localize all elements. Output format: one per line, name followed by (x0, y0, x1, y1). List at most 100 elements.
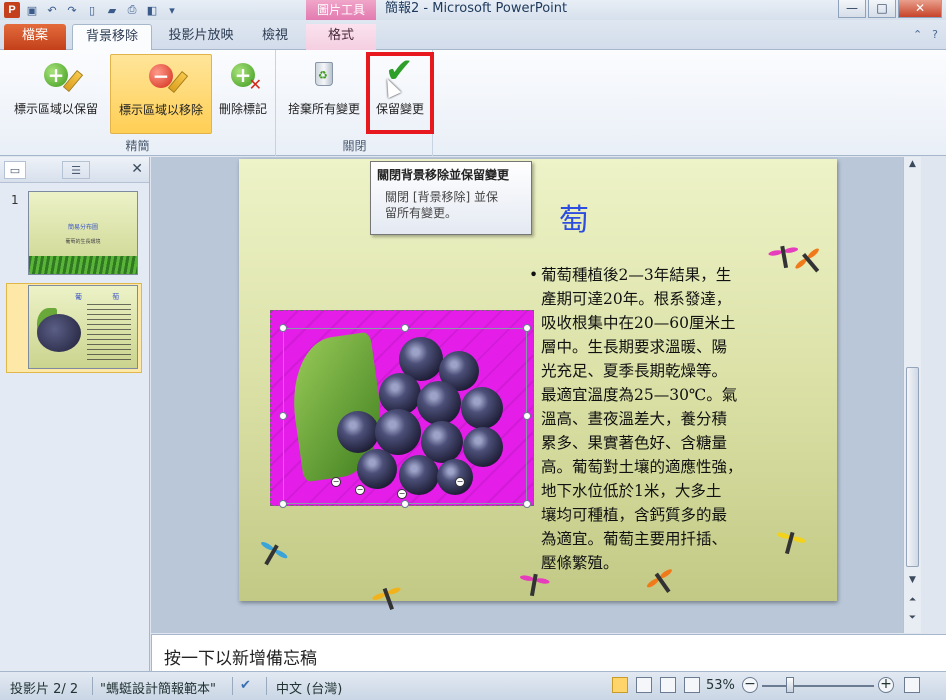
thumbnail-subtitle: 葡萄的生長環境 (65, 239, 101, 245)
slide-thumbnail-1[interactable]: 簡易分布圖 葡萄的生長環境 (28, 191, 138, 275)
open-folder-icon[interactable]: ▰ (104, 2, 120, 18)
ribbon-minimize-icon[interactable]: ⌃ (913, 28, 922, 41)
reading-view-icon[interactable] (660, 677, 676, 693)
scroll-up-icon[interactable]: ▲ (906, 159, 919, 173)
tab-view[interactable]: 檢視 (250, 24, 300, 50)
remove-mark-icon[interactable]: − (397, 489, 407, 499)
body-line: 最適宜溫度為25—30℃。氣 (541, 386, 738, 404)
fit-to-window-icon[interactable] (904, 677, 920, 693)
mark-keep-icon: + (41, 60, 84, 92)
body-line: 光充足、夏季長期乾燥等。 (541, 362, 728, 380)
window-title: 簡報2 - Microsoft PowerPoint (385, 1, 568, 16)
mark-remove-button[interactable]: − 標示區域以移除 (110, 54, 212, 134)
zoom-in-icon[interactable]: + (878, 677, 894, 693)
slides-tab-icon[interactable]: ▭ (4, 161, 26, 179)
tooltip-title: 關閉背景移除並保留變更 (377, 168, 510, 182)
dragonfly-icon (517, 569, 551, 600)
save-icon[interactable]: ▣ (24, 2, 40, 18)
resize-handle[interactable] (279, 324, 287, 332)
slideshow-view-icon[interactable] (684, 677, 700, 693)
zoom-out-icon[interactable]: − (742, 677, 758, 693)
resize-handle[interactable] (279, 412, 287, 420)
zoom-level[interactable]: 53% (706, 678, 735, 693)
resize-handle[interactable] (523, 324, 531, 332)
remove-mark-icon[interactable]: − (455, 477, 465, 487)
delete-mark-button[interactable]: + ✕ 刪除標記 (214, 54, 272, 134)
next-slide-icon[interactable]: ⏷ (906, 613, 919, 627)
window-controls: — □ ✕ (838, 0, 942, 18)
slide-workspace: 萄 • 葡萄種植後2—3年結果，生 產期可達20年。根系發達， 吸收根集中在20… (151, 157, 921, 633)
tooltip-body-line: 關閉 [背景移除] 並保 (385, 190, 498, 204)
recycle-bin-icon: ♻ (309, 60, 339, 90)
group-close-label: 關閉 (342, 139, 367, 153)
scroll-down-icon[interactable]: ▼ (906, 575, 919, 589)
resize-handle[interactable] (523, 412, 531, 420)
thumbnail-text-lines (87, 304, 131, 362)
mark-keep-label: 標示區域以保留 (13, 102, 98, 116)
body-line: 地下水位低於1米，大多土 (541, 482, 722, 500)
discard-changes-label: 捨棄所有變更 (287, 102, 360, 116)
zoom-slider[interactable] (762, 685, 874, 687)
resize-handle[interactable] (279, 500, 287, 508)
close-button[interactable]: ✕ (898, 0, 942, 18)
body-line: 高。葡萄對土壤的適應性強， (541, 458, 743, 476)
keep-area-selection[interactable] (283, 328, 527, 504)
maximize-button[interactable]: □ (868, 0, 896, 18)
remove-mark-icon[interactable]: − (355, 485, 365, 495)
minimize-button[interactable]: — (838, 0, 866, 18)
group-refine: + 標示區域以保留 − 標示區域以移除 + ✕ 刪除標記 精簡 (0, 50, 276, 156)
notes-pane[interactable]: 按一下以新增備忘稿 (151, 634, 946, 671)
body-line: 層中。生長期要求溫暖、陽 (541, 338, 728, 356)
slide-canvas[interactable]: 萄 • 葡萄種植後2—3年結果，生 產期可達20年。根系發達， 吸收根集中在20… (239, 159, 837, 610)
body-line: 產期可達20年。根系發達， (541, 290, 732, 308)
close-panel-icon[interactable]: ✕ (131, 161, 143, 177)
slides-panel-header: ▭ ☰ ✕ (0, 157, 149, 183)
dragonfly-icon (369, 581, 406, 616)
customize-toolbar-icon[interactable]: ▾ (164, 2, 180, 18)
tab-slideshow[interactable]: 投影片放映 (158, 24, 244, 50)
print-icon[interactable]: ⎙ (124, 2, 140, 18)
tab-background-removal[interactable]: 背景移除 (72, 24, 152, 51)
dragonfly-icon (253, 535, 292, 573)
language[interactable]: 中文 (台灣) (276, 678, 342, 697)
vertical-scrollbar[interactable]: ▲ ▼ ⏶ ⏷ (903, 157, 921, 633)
tab-file[interactable]: 檔案 (4, 24, 66, 50)
resize-handle[interactable] (401, 500, 409, 508)
resize-handle[interactable] (523, 500, 531, 508)
tab-format[interactable]: 格式 (306, 24, 376, 50)
preview-icon[interactable]: ◧ (144, 2, 160, 18)
scrollbar-thumb[interactable] (906, 367, 919, 567)
mark-keep-button[interactable]: + 標示區域以保留 (6, 54, 106, 134)
slide-number-1: 1 (11, 193, 19, 207)
mark-remove-icon: − (146, 61, 189, 93)
undo-icon[interactable]: ↶ (44, 2, 60, 18)
body-line: 壤均可種植，含鈣質多的最 (541, 506, 728, 524)
highlight-annotation-box (366, 52, 434, 134)
zoom-slider-knob[interactable] (786, 677, 794, 693)
slide-title[interactable]: 萄 (559, 195, 589, 239)
slide-position: 投影片 2/ 2 (10, 682, 79, 697)
outline-tab-icon[interactable]: ☰ (62, 161, 90, 179)
previous-slide-icon[interactable]: ⏶ (906, 595, 919, 609)
slide-thumbnail-2[interactable]: 葡 萄 (28, 285, 138, 369)
keep-changes-tooltip: 關閉背景移除並保留變更 關閉 [背景移除] 並保 留所有變更。 (370, 161, 532, 235)
thumbnail-grape (37, 314, 81, 352)
help-icon[interactable]: ? (932, 28, 938, 41)
theme-name[interactable]: "螞蜓設計簡報範本" (100, 678, 216, 697)
thumbnail-title: 葡 萄 (75, 293, 134, 301)
redo-icon[interactable]: ↷ (64, 2, 80, 18)
slides-panel: ▭ ☰ ✕ 1 簡易分布圖 葡萄的生長環境 2 葡 萄 (0, 157, 150, 671)
tooltip-body-line: 留所有變更。 (385, 206, 458, 220)
spellcheck-icon[interactable]: ✔ (240, 678, 251, 693)
mark-remove-label: 標示區域以移除 (118, 103, 203, 117)
resize-handle[interactable] (401, 324, 409, 332)
powerpoint-app-icon[interactable]: P (4, 2, 20, 18)
remove-mark-icon[interactable]: − (331, 477, 341, 487)
bullet-marker: • (529, 266, 539, 284)
discard-changes-button[interactable]: ♻ 捨棄所有變更 (281, 54, 367, 134)
normal-view-icon[interactable] (612, 677, 628, 693)
thumbnail-title: 簡易分布圖 (67, 224, 98, 231)
slide-sorter-view-icon[interactable] (636, 677, 652, 693)
group-refine-label: 精簡 (125, 139, 150, 153)
new-file-icon[interactable]: ▯ (84, 2, 100, 18)
